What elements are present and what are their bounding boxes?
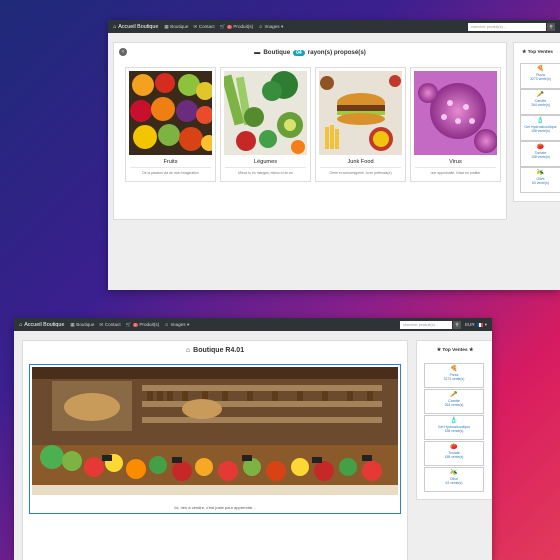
top-sale-item[interactable]: 🍕 Pizza 3273 vente(s) bbox=[424, 363, 484, 388]
cart-badge: 0 bbox=[132, 322, 138, 327]
nav-cart[interactable]: 🛒 0 Produit(s) bbox=[220, 24, 254, 30]
divider bbox=[415, 167, 496, 168]
divider bbox=[320, 167, 401, 168]
category-name: Fruits bbox=[163, 159, 178, 165]
count-badge: 04 bbox=[293, 49, 305, 56]
star-icon: ★ bbox=[436, 348, 442, 353]
top-sale-item[interactable]: 🍕 Pizza 3273 vente(s) bbox=[520, 63, 560, 89]
shop-icon: ▬ bbox=[254, 49, 261, 56]
cart-badge: 0 bbox=[226, 24, 232, 29]
star-icon: ★ bbox=[468, 348, 474, 353]
store-banner: Ici, rien à vendre, c'est juste pour app… bbox=[29, 364, 401, 514]
search-button[interactable]: ⚲ bbox=[452, 320, 461, 329]
cart-icon: 🛒 bbox=[125, 321, 132, 327]
category-name: Junk Food bbox=[347, 159, 374, 165]
nav-boutique[interactable]: ▦ Boutique bbox=[164, 24, 188, 30]
category-card-junk-food[interactable]: Junk Food Orme et consomigrène, tu en pr… bbox=[315, 67, 406, 182]
store-caption: Ici, rien à vendre, c'est juste pour app… bbox=[174, 505, 256, 510]
fruits-image bbox=[129, 71, 217, 155]
bottom-browser-screenshot: ⌂ Accueil Boutique ▦ Boutique ✉ Contact 🛒 0 P… bbox=[14, 318, 492, 560]
nav-images[interactable]: ☺ Images ▾ bbox=[258, 24, 283, 30]
category-desc: Orme et consomigrène, tu en prêterais(e) bbox=[329, 171, 392, 175]
nav-boutique[interactable]: ▦ Boutique bbox=[70, 322, 94, 328]
user-icon: ☺ bbox=[258, 24, 263, 29]
home-icon: ⌂ bbox=[185, 347, 191, 354]
top-sales-title: ★ Top Ventes ★ bbox=[436, 348, 474, 353]
divider bbox=[225, 167, 306, 168]
top-sale-item[interactable]: 🧴 Gel Hydroalcoolique 158 vente(s) bbox=[520, 115, 560, 141]
pizza-icon: 🍕 bbox=[536, 66, 545, 72]
user-icon: ☺ bbox=[164, 322, 169, 327]
chat-icon: ✉ bbox=[99, 321, 104, 327]
gel-icon: 🧴 bbox=[536, 118, 545, 124]
top-sale-item[interactable]: 🍅 Tomate 158 vente(s) bbox=[424, 441, 484, 466]
search-icon: ⚲ bbox=[455, 321, 459, 327]
top-sales-title: ★ Top Ventes bbox=[522, 50, 553, 55]
carrot-icon: 🥕 bbox=[536, 92, 545, 98]
category-card-legumes[interactable]: Légumes Mieux tu en manges, mieux tu en … bbox=[220, 67, 311, 182]
gel-icon: 🧴 bbox=[450, 418, 458, 424]
top-sale-item[interactable]: 🫒 Olive 63 vente(s) bbox=[520, 167, 560, 193]
category-card-fruits[interactable]: Fruits De la passion via de mon imaginat… bbox=[125, 67, 217, 182]
top-sale-item[interactable]: 🥕 Carotte 264 vente(s) bbox=[520, 89, 560, 115]
nav-images[interactable]: ☺ Images ▾ bbox=[164, 322, 189, 328]
junk-food-image bbox=[319, 71, 402, 155]
category-desc: De la passion via de mon imagination bbox=[142, 171, 199, 175]
shop-icon: ▦ bbox=[164, 23, 169, 29]
top-sale-item[interactable]: 🫒 Olive 63 vente(s) bbox=[424, 467, 484, 492]
top-sale-item[interactable]: 🧴 Gel Hydroalcoolique 158 vente(s) bbox=[424, 415, 484, 440]
olive-icon: 🫒 bbox=[450, 470, 458, 476]
caret-down-icon: ▾ bbox=[281, 23, 284, 29]
store-photo bbox=[32, 367, 398, 495]
back-button[interactable]: ‹ bbox=[119, 48, 127, 56]
search-input[interactable]: chercher produit(s)... bbox=[468, 22, 546, 31]
top-sale-item[interactable]: 🍅 Tomate 158 vente(s) bbox=[520, 141, 560, 167]
olive-icon: 🫒 bbox=[536, 170, 545, 176]
nav-contact[interactable]: ✉ Contact bbox=[99, 322, 120, 328]
nav-brand[interactable]: ⌂ Accueil Boutique bbox=[19, 322, 64, 328]
cart-icon: 🛒 bbox=[219, 23, 226, 29]
bottom-navbar: ⌂ Accueil Boutique ▦ Boutique ✉ Contact 🛒 0 P… bbox=[14, 318, 492, 331]
search-button[interactable]: ⚲ bbox=[547, 22, 555, 31]
french-flag-icon bbox=[476, 322, 483, 327]
category-desc: une opportunité, il faut en profiter bbox=[430, 171, 481, 175]
category-name: Légumes bbox=[253, 159, 277, 165]
chat-icon: ✉ bbox=[193, 23, 198, 29]
main-panel: ⌂ Boutique R4.01 Ici, rien à vendre, c'e… bbox=[22, 340, 408, 560]
caret-down-icon: ▾ bbox=[187, 321, 190, 327]
category-card-virus[interactable]: Virus une opportunité, il faut en profit… bbox=[410, 67, 501, 182]
search-icon: ⚲ bbox=[549, 23, 553, 29]
top-sales-panel: ★ Top Ventes 🍕 Pizza 3273 vente(s) 🥕 Car… bbox=[513, 42, 560, 202]
carrot-icon: 🥕 bbox=[450, 392, 458, 398]
top-sale-item[interactable]: 🥕 Carotte 264 vente(s) bbox=[424, 389, 484, 414]
page-title: ⌂ Boutique R4.01 bbox=[185, 347, 245, 354]
nav-contact[interactable]: ✉ Contact bbox=[193, 24, 214, 30]
home-icon: ⌂ bbox=[19, 321, 23, 328]
top-browser-screenshot: ⌂ Accueil Boutique ▦ Boutique ✉ Contact 🛒 0 P… bbox=[108, 20, 560, 290]
legumes-image bbox=[221, 71, 307, 155]
main-panel: ‹ ▬ Boutique 04 rayon(s) proposé(s) Frui… bbox=[113, 42, 507, 220]
nav-brand[interactable]: ⌂ Accueil Boutique bbox=[113, 24, 158, 30]
category-name: Virus bbox=[449, 159, 462, 165]
top-navbar: ⌂ Accueil Boutique ▦ Boutique ✉ Contact 🛒 0 P… bbox=[108, 20, 560, 33]
home-icon: ⌂ bbox=[113, 23, 117, 30]
category-desc: Mieux tu en manges, mieux tu en es bbox=[238, 171, 293, 175]
tomato-icon: 🍅 bbox=[450, 444, 458, 450]
arrow-left-icon: ‹ bbox=[122, 49, 124, 55]
caret-down-icon: ▾ bbox=[484, 321, 487, 327]
pizza-icon: 🍕 bbox=[450, 366, 458, 372]
page-title: ▬ Boutique 04 rayon(s) proposé(s) bbox=[254, 49, 366, 56]
divider bbox=[130, 167, 211, 168]
search-input[interactable]: chercher produit(s)... bbox=[399, 320, 452, 329]
virus-image bbox=[414, 71, 498, 155]
nav-cart[interactable]: 🛒 0 Produit(s) bbox=[126, 322, 160, 328]
language-selector[interactable]: EUR ▾ bbox=[465, 322, 487, 328]
tomato-icon: 🍅 bbox=[536, 144, 545, 150]
top-sales-panel: ★ Top Ventes ★ 🍕 Pizza 3273 vente(s) 🥕 C… bbox=[416, 340, 492, 500]
star-icon: ★ bbox=[522, 50, 527, 55]
shop-icon: ▦ bbox=[70, 321, 75, 327]
